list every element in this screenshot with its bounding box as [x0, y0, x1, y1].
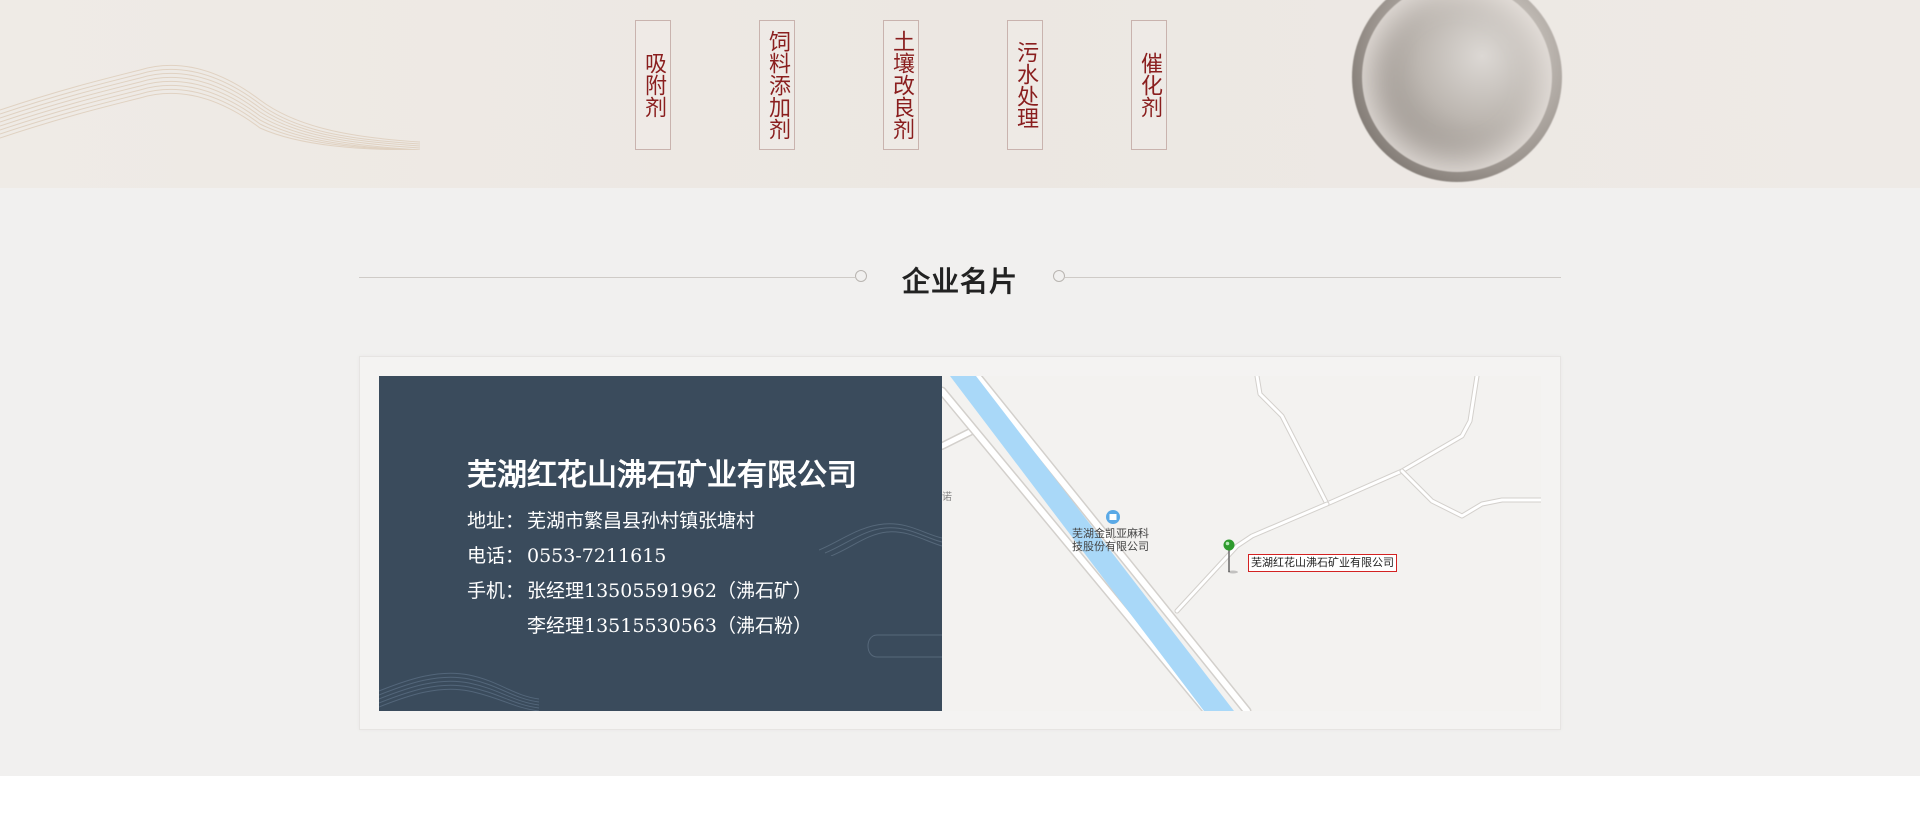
tag-adsorbent[interactable]: 吸附剂	[635, 20, 671, 150]
zeolite-stone-image	[1352, 0, 1562, 182]
address-value: 芜湖市繁昌县孙村镇张塘村	[527, 510, 756, 532]
title-dot-right	[1053, 270, 1065, 282]
location-map[interactable]: 诺 芜湖金凯亚麻科 技股份有限公司 芜湖红花山沸石矿业有限公司	[942, 376, 1541, 711]
tag-adsorbent-label: 吸附剂	[641, 52, 666, 118]
phone-value: 0553-7211615	[527, 545, 667, 567]
tag-catalyst[interactable]: 催化剂	[1131, 20, 1167, 150]
poi-label-line1: 芜湖金凯亚麻科	[1072, 527, 1149, 540]
tag-sewage-treatment-label: 污水处理	[1013, 41, 1038, 129]
hills-decoration-card	[379, 672, 539, 711]
title-line-left	[359, 277, 855, 278]
tag-soil-conditioner-label: 土壤改良剂	[889, 30, 914, 140]
cloud-decoration	[819, 523, 942, 556]
mobile-row-2: 李经理13515530563（沸石粉）	[467, 611, 812, 638]
wave-decoration	[867, 634, 942, 658]
poi-icon[interactable]	[1106, 510, 1120, 524]
address-row: 地址： 芜湖市繁昌县孙村镇张塘村	[467, 506, 755, 533]
address-label: 地址：	[467, 510, 525, 532]
product-banner: 吸附剂 饲料添加剂 土壤改良剂 污水处理 催化剂	[0, 0, 1920, 188]
mobile-row: 手机： 张经理13505591962（沸石矿）	[467, 576, 812, 603]
section-title: 企业名片	[901, 265, 1018, 298]
map-canvas[interactable]	[942, 376, 1541, 711]
phone-label: 电话：	[467, 545, 525, 567]
title-line-right	[1065, 277, 1561, 278]
company-name: 芜湖红花山沸石矿业有限公司	[467, 458, 857, 493]
phone-row: 电话： 0553-7211615	[467, 541, 666, 568]
map-edge-label: 诺	[942, 492, 952, 503]
tag-sewage-treatment[interactable]: 污水处理	[1007, 20, 1043, 150]
mobile-value-2: 李经理13515530563（沸石粉）	[527, 615, 812, 637]
hills-decoration	[0, 64, 420, 150]
mobile-label: 手机：	[467, 580, 525, 602]
poi-label[interactable]: 芜湖金凯亚麻科 技股份有限公司	[1072, 527, 1149, 553]
tag-feed-additive-label: 饲料添加剂	[765, 30, 790, 140]
poi-label-line2: 技股份有限公司	[1072, 540, 1149, 553]
mobile-value-1: 张经理13505591962（沸石矿）	[527, 580, 812, 602]
tag-catalyst-label: 催化剂	[1137, 52, 1162, 118]
marker-label[interactable]: 芜湖红花山沸石矿业有限公司	[1248, 554, 1397, 572]
tag-soil-conditioner[interactable]: 土壤改良剂	[883, 20, 919, 150]
tag-feed-additive[interactable]: 饲料添加剂	[759, 20, 795, 150]
company-card: 芜湖红花山沸石矿业有限公司 地址： 芜湖市繁昌县孙村镇张塘村 电话： 0553-72…	[379, 376, 942, 711]
